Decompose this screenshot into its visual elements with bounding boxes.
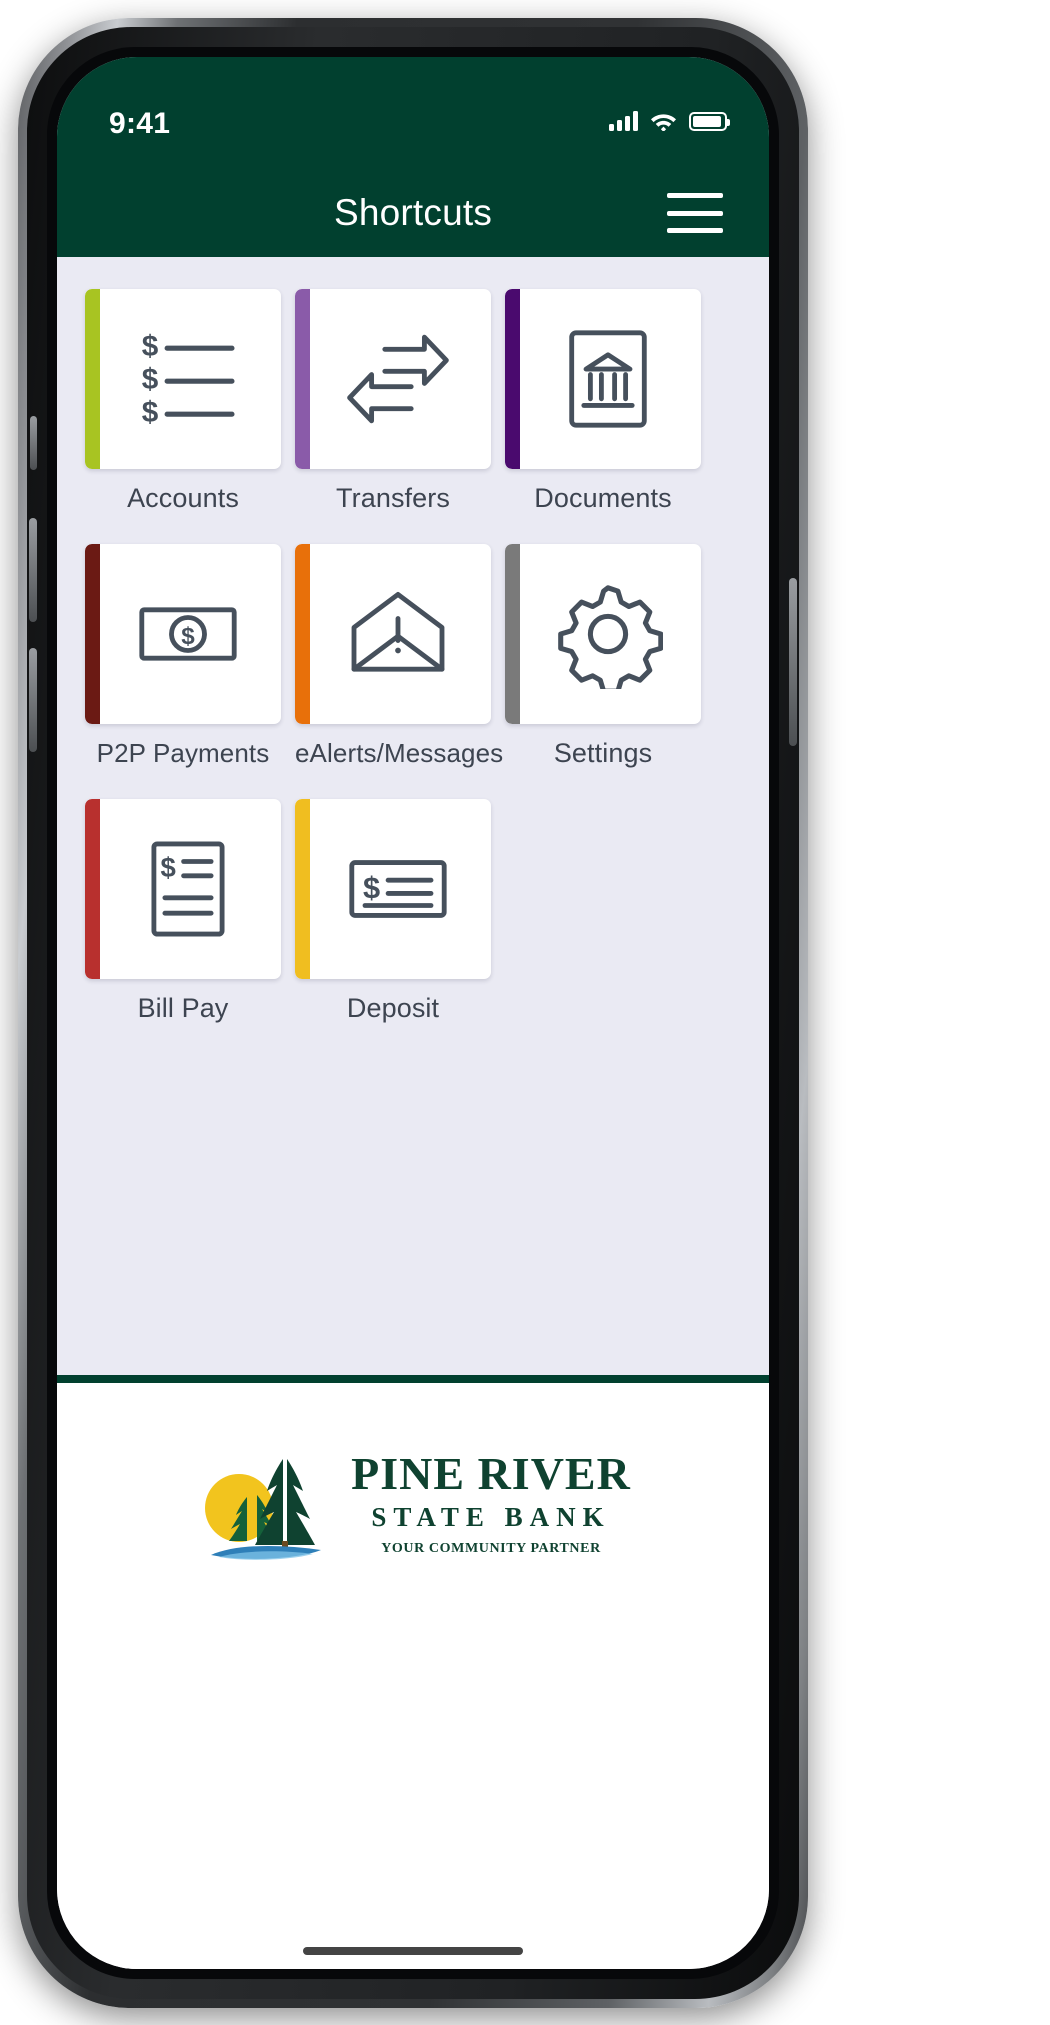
shortcuts-grid-container: $ $ $ Accounts Transfers Documents $ P2P…	[57, 257, 769, 1375]
shortcut-label: Documents	[534, 483, 672, 513]
shortcut-label: Bill Pay	[137, 993, 229, 1023]
tile-accent-bar	[85, 799, 100, 979]
gear-icon	[558, 585, 663, 689]
cellular-signal-icon	[609, 111, 638, 131]
page-title: Shortcuts	[333, 192, 493, 233]
document-bank-icon	[569, 330, 647, 428]
svg-text:$: $	[181, 623, 195, 650]
tile-accent-bar	[85, 289, 100, 469]
shortcut-accounts[interactable]: $ $ $ Accounts	[85, 289, 281, 514]
shortcut-settings[interactable]: Settings	[505, 544, 701, 769]
bank-logo: PINE RIVER STATE BANK YOUR COMMUNITY PAR…	[195, 1445, 631, 1563]
shortcut-transfers[interactable]: Transfers	[295, 289, 491, 514]
tile-accent-bar	[295, 289, 310, 469]
shortcuts-grid: $ $ $ Accounts Transfers Documents $ P2P…	[85, 289, 741, 1054]
tile-accent-bar	[295, 799, 310, 979]
shortcut-tile[interactable]: $	[85, 544, 281, 724]
svg-text:$: $	[161, 852, 176, 883]
shortcut-bill-pay[interactable]: $ Bill Pay	[85, 799, 281, 1024]
bank-tagline: YOUR COMMUNITY PARTNER	[381, 1541, 601, 1557]
shortcut-label: P2P Payments	[96, 738, 270, 768]
shortcut-label: Settings	[553, 738, 653, 768]
banknote-dollar-icon: $	[139, 607, 237, 661]
shortcut-label: Transfers	[336, 483, 450, 513]
status-bar: 9:41	[57, 57, 769, 169]
envelope-alert-icon	[351, 591, 445, 672]
shortcut-deposit[interactable]: $ Deposit	[295, 799, 491, 1024]
transfer-arrows-icon	[347, 334, 449, 424]
status-bar-clock: 9:41	[109, 107, 171, 140]
shortcut-tile[interactable]	[505, 289, 701, 469]
shortcut-documents[interactable]: Documents	[505, 289, 701, 514]
bank-subtitle: STATE BANK	[371, 1501, 611, 1532]
shortcut-label: Accounts	[127, 483, 239, 513]
pine-river-sun-trees-logo-icon	[205, 1459, 322, 1560]
screenshot-root: 9:41 Shortcuts $ $ $ Accounts Transfers …	[0, 0, 1050, 2025]
bank-footer: PINE RIVER STATE BANK YOUR COMMUNITY PAR…	[57, 1383, 769, 1969]
wifi-icon	[651, 114, 676, 131]
shortcut-ealerts-messages[interactable]: eAlerts/Messages	[295, 544, 504, 769]
shortcut-tile[interactable]: $	[295, 799, 491, 979]
check-deposit-icon: $	[349, 860, 447, 918]
home-indicator[interactable]	[303, 1947, 523, 1955]
shortcut-label: Deposit	[346, 993, 440, 1023]
bill-invoice-icon: $	[151, 841, 225, 937]
tile-accent-bar	[505, 289, 520, 469]
phone-screen: 9:41 Shortcuts $ $ $ Accounts Transfers …	[57, 57, 769, 1969]
power-button[interactable]	[789, 578, 797, 746]
footer-divider	[57, 1375, 769, 1383]
svg-text:$: $	[142, 396, 159, 429]
shortcut-label: eAlerts/Messages	[295, 738, 504, 768]
phone-bezel: 9:41 Shortcuts $ $ $ Accounts Transfers …	[47, 47, 779, 1979]
volume-down-button[interactable]	[29, 648, 37, 752]
bank-name: PINE RIVER	[351, 1447, 631, 1499]
phone-frame-inner: 9:41 Shortcuts $ $ $ Accounts Transfers …	[27, 27, 799, 1999]
hamburger-menu-icon[interactable]	[667, 193, 723, 233]
svg-text:$: $	[142, 363, 159, 396]
svg-text:$: $	[142, 330, 159, 363]
tile-accent-bar	[505, 544, 520, 724]
volume-up-button[interactable]	[29, 518, 37, 622]
shortcut-tile[interactable]	[295, 544, 491, 724]
shortcut-tile[interactable]: $	[85, 799, 281, 979]
mute-switch-button[interactable]	[30, 416, 37, 470]
battery-full-icon	[689, 111, 730, 131]
shortcut-tile[interactable]	[295, 289, 491, 469]
tile-accent-bar	[295, 544, 310, 724]
bank-logo-text: PINE RIVER STATE BANK YOUR COMMUNITY PAR…	[351, 1447, 631, 1558]
shortcut-tile[interactable]: $ $ $	[85, 289, 281, 469]
tile-accent-bar	[85, 544, 100, 724]
app-header: Shortcuts	[57, 169, 769, 257]
status-bar-indicators	[609, 109, 730, 131]
svg-text:$: $	[363, 870, 380, 905]
phone-frame: 9:41 Shortcuts $ $ $ Accounts Transfers …	[18, 18, 808, 2008]
shortcut-tile[interactable]	[505, 544, 701, 724]
accounts-list-dollar-icon: $ $ $	[142, 330, 235, 429]
shortcut-p2p-payments[interactable]: $ P2P Payments	[85, 544, 281, 769]
